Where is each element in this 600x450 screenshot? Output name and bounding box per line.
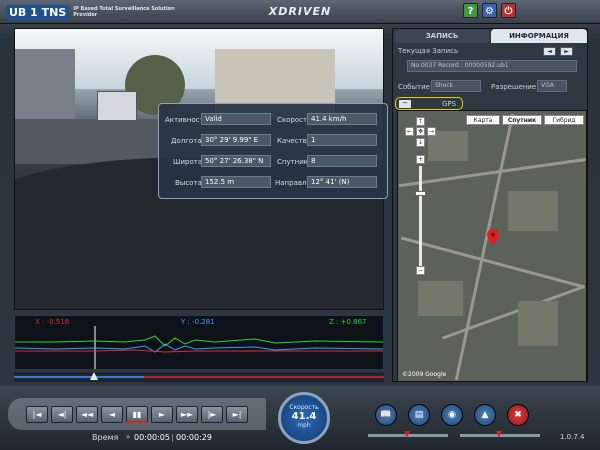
event-field: Shock — [431, 80, 481, 92]
version-label: 1.0.7.4 — [560, 433, 585, 441]
pan-left-icon[interactable]: ← — [405, 127, 414, 136]
direction-label: Направл. — [275, 179, 309, 187]
pan-right-icon[interactable]: → — [427, 127, 436, 136]
map-tab-satellite[interactable]: Спутник — [502, 115, 542, 125]
zoom-slider[interactable] — [419, 166, 422, 266]
altitude-label: Высота — [175, 179, 202, 187]
map-view[interactable]: Карта Спутник Гибрид ↑ ← ✥ → ↓ + − ©2009… — [397, 110, 587, 382]
tools-icon[interactable]: ✖ — [507, 404, 529, 426]
first-button[interactable]: |◄ — [26, 406, 48, 423]
altitude-value: 152.5 m — [201, 176, 271, 188]
record-field: No.0037 Record : 00000592.ub1 — [407, 60, 577, 72]
gps-collapse-button[interactable]: − — [399, 100, 411, 108]
sensor-plot — [15, 326, 383, 369]
longitude-label: Долгота — [171, 137, 202, 145]
satellites-value: 8 — [307, 155, 377, 167]
pan-up-icon[interactable]: ↑ — [416, 117, 425, 126]
tab-records[interactable]: ЗАПИСЬ — [395, 29, 489, 43]
map-copyright: ©2009 Google — [402, 371, 447, 378]
time-arrow-icon: » — [126, 433, 131, 441]
time-current: 00:00:05 — [134, 433, 170, 442]
help-button[interactable]: ? — [463, 3, 478, 18]
last-button[interactable]: ►| — [226, 406, 248, 423]
speed-gauge-value: 41.4 — [291, 411, 317, 422]
logo: UB 1 TNS IP Based Total Surveillance Sol… — [6, 4, 183, 20]
timeline-handle[interactable] — [90, 372, 98, 380]
gps-section-header[interactable]: − GPS — [395, 97, 463, 110]
brand-logo: XDRIVEN — [268, 5, 332, 18]
pan-center-icon[interactable]: ✥ — [416, 127, 425, 136]
play-button[interactable]: ► — [151, 406, 173, 423]
resolution-field: VGA — [537, 80, 567, 92]
current-record-label: Текущая Запись — [398, 47, 459, 55]
quality-label: Качество — [277, 137, 312, 145]
prev-record-button[interactable]: ◄ — [543, 47, 556, 56]
settings-button[interactable]: ⚙ — [482, 3, 497, 18]
app-window: UB 1 TNS IP Based Total Surveillance Sol… — [0, 0, 600, 450]
resolution-label: Разрешение — [491, 83, 537, 91]
snapshot-icon[interactable]: ◉ — [441, 404, 463, 426]
open-file-icon[interactable]: 📖 — [375, 404, 397, 426]
gps-label: GPS — [442, 100, 457, 108]
tab-info-label: ИНФОРМАЦИЯ — [509, 32, 569, 40]
longitude-value: 30° 29' 9.99" E — [201, 134, 271, 146]
zoom-handle[interactable] — [415, 191, 426, 196]
tab-records-label: ЗАПИСЬ — [425, 32, 459, 40]
timeline-slider[interactable] — [14, 372, 384, 382]
zoom-out-button[interactable]: − — [416, 266, 425, 275]
direction-value: 12° 41' (N) — [307, 176, 377, 188]
map-tab-map[interactable]: Карта — [466, 115, 500, 125]
prev-frame-button[interactable]: ◄| — [51, 406, 73, 423]
next-frame-button[interactable]: |► — [201, 406, 223, 423]
pause-button[interactable]: ▮▮ — [126, 406, 148, 423]
gps-info-overlay: Активность Valid Скорость 41.4 km/h Долг… — [158, 103, 388, 199]
map-tab-hybrid[interactable]: Гибрид — [544, 115, 584, 125]
power-button[interactable]: ⏻ — [501, 3, 516, 18]
play-back-button[interactable]: ◄ — [101, 406, 123, 423]
tagline: IP Based Total Surveillance Solution Pro… — [73, 6, 175, 18]
speed-gauge: Скорость 41.4 mph — [278, 392, 330, 444]
save-icon[interactable]: ▤ — [408, 404, 430, 426]
speed-value: 41.4 km/h — [307, 113, 377, 125]
location-pin-icon — [487, 229, 499, 245]
speed-gauge-label: Скорость — [289, 404, 319, 411]
zoom-in-button[interactable]: + — [416, 155, 425, 164]
fast-forward-button[interactable]: ►► — [176, 406, 198, 423]
time-total: 00:00:29 — [176, 433, 212, 442]
timeline-played — [14, 376, 144, 378]
print-icon[interactable]: ▲ — [474, 404, 496, 426]
z-series-line — [15, 335, 383, 347]
g-sensor-graph: X : -0.516 Y : -0.281 Z : +0.867 — [14, 315, 384, 370]
tab-info[interactable]: ИНФОРМАЦИЯ — [491, 29, 587, 43]
speed-gauge-unit: mph — [297, 422, 311, 429]
x-series-line — [15, 349, 383, 353]
title-bar: UB 1 TNS IP Based Total Surveillance Sol… — [0, 0, 600, 24]
latitude-value: 50° 27' 26.38" N — [201, 155, 271, 167]
logo-text: UB 1 TNS — [6, 4, 70, 20]
event-label: Событие — [398, 83, 430, 91]
timeline-remaining — [144, 376, 384, 378]
rewind-button[interactable]: ◄◄ — [76, 406, 98, 423]
activity-value: Valid — [201, 113, 271, 125]
brightness-handle[interactable] — [496, 431, 502, 438]
bus-image — [97, 91, 137, 121]
pan-down-icon[interactable]: ↓ — [416, 138, 425, 147]
quality-value: 1 — [307, 134, 377, 146]
volume-handle[interactable] — [404, 431, 410, 438]
latitude-label: Широта — [173, 158, 203, 166]
next-record-button[interactable]: ► — [560, 47, 573, 56]
time-label: Время — [92, 433, 119, 442]
